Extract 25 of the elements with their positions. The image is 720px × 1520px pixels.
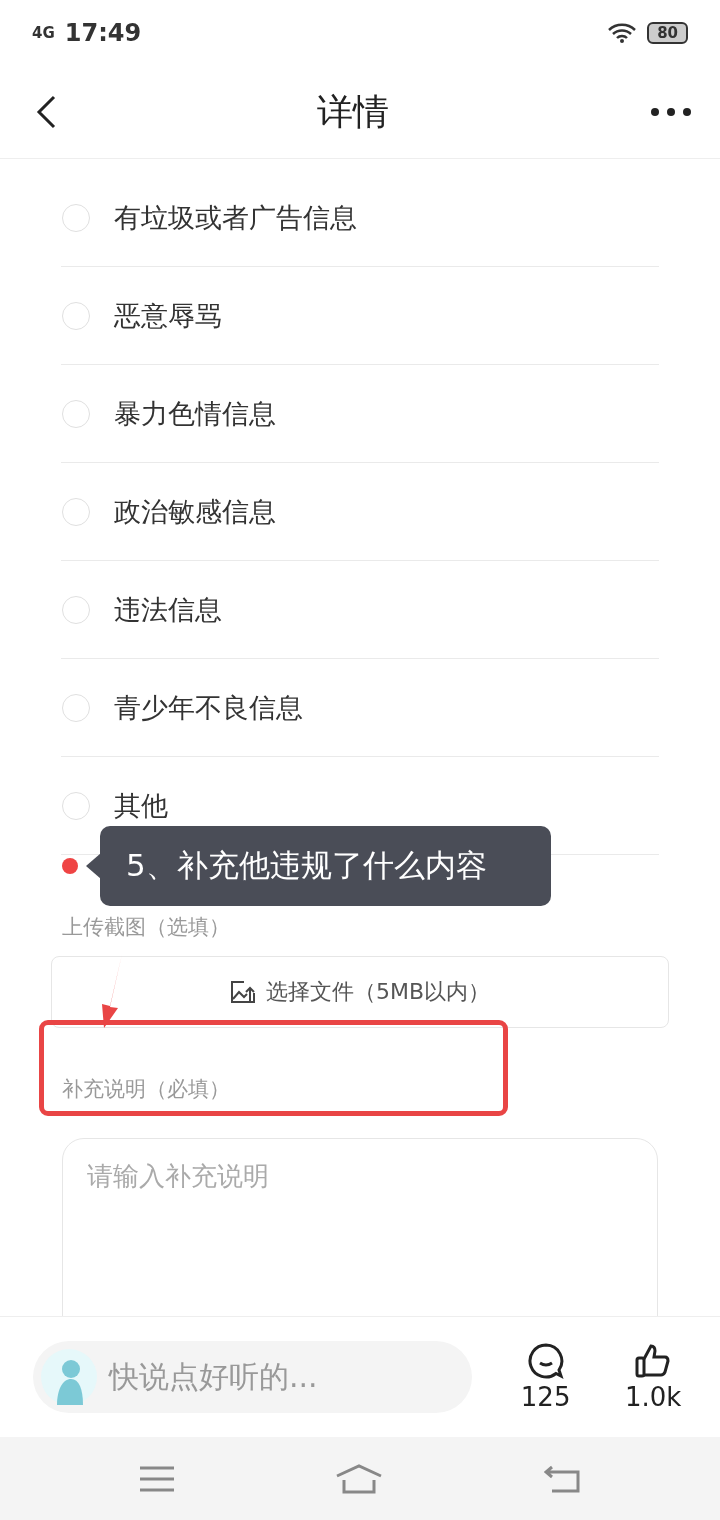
option-label: 违法信息 (114, 592, 222, 627)
comment-icon (526, 1342, 565, 1380)
note-label: 补充说明（必填） (62, 1077, 230, 1101)
clock: 17:49 (64, 19, 142, 47)
option-label: 恶意辱骂 (114, 298, 222, 333)
option-label: 青少年不良信息 (114, 690, 303, 725)
option-label: 有垃圾或者广告信息 (114, 200, 357, 235)
network-label: 4G (32, 24, 55, 42)
like-count[interactable]: 1.0k (619, 1342, 687, 1412)
battery-level: 80 (647, 22, 688, 44)
option-label: 政治敏感信息 (114, 494, 276, 529)
upload-label: 上传截图（选填） (62, 915, 230, 939)
marker-dot (62, 858, 78, 874)
page-title: 详情 (317, 89, 389, 134)
back-icon[interactable] (36, 95, 56, 129)
option-label: 暴力色情信息 (114, 396, 276, 431)
wifi-icon (607, 22, 638, 44)
tooltip: 5、补充他违规了什么内容 (100, 826, 551, 906)
file-button[interactable]: 选择文件（5MB以内） (51, 956, 669, 1028)
note-field[interactable]: 请输入补充说明 (62, 1138, 658, 1316)
image-upload-icon (229, 980, 256, 1004)
option-label: 其他 (114, 788, 168, 823)
more-icon[interactable] (650, 107, 692, 117)
avatar (41, 1349, 97, 1405)
comment-count[interactable]: 125 (511, 1342, 580, 1412)
